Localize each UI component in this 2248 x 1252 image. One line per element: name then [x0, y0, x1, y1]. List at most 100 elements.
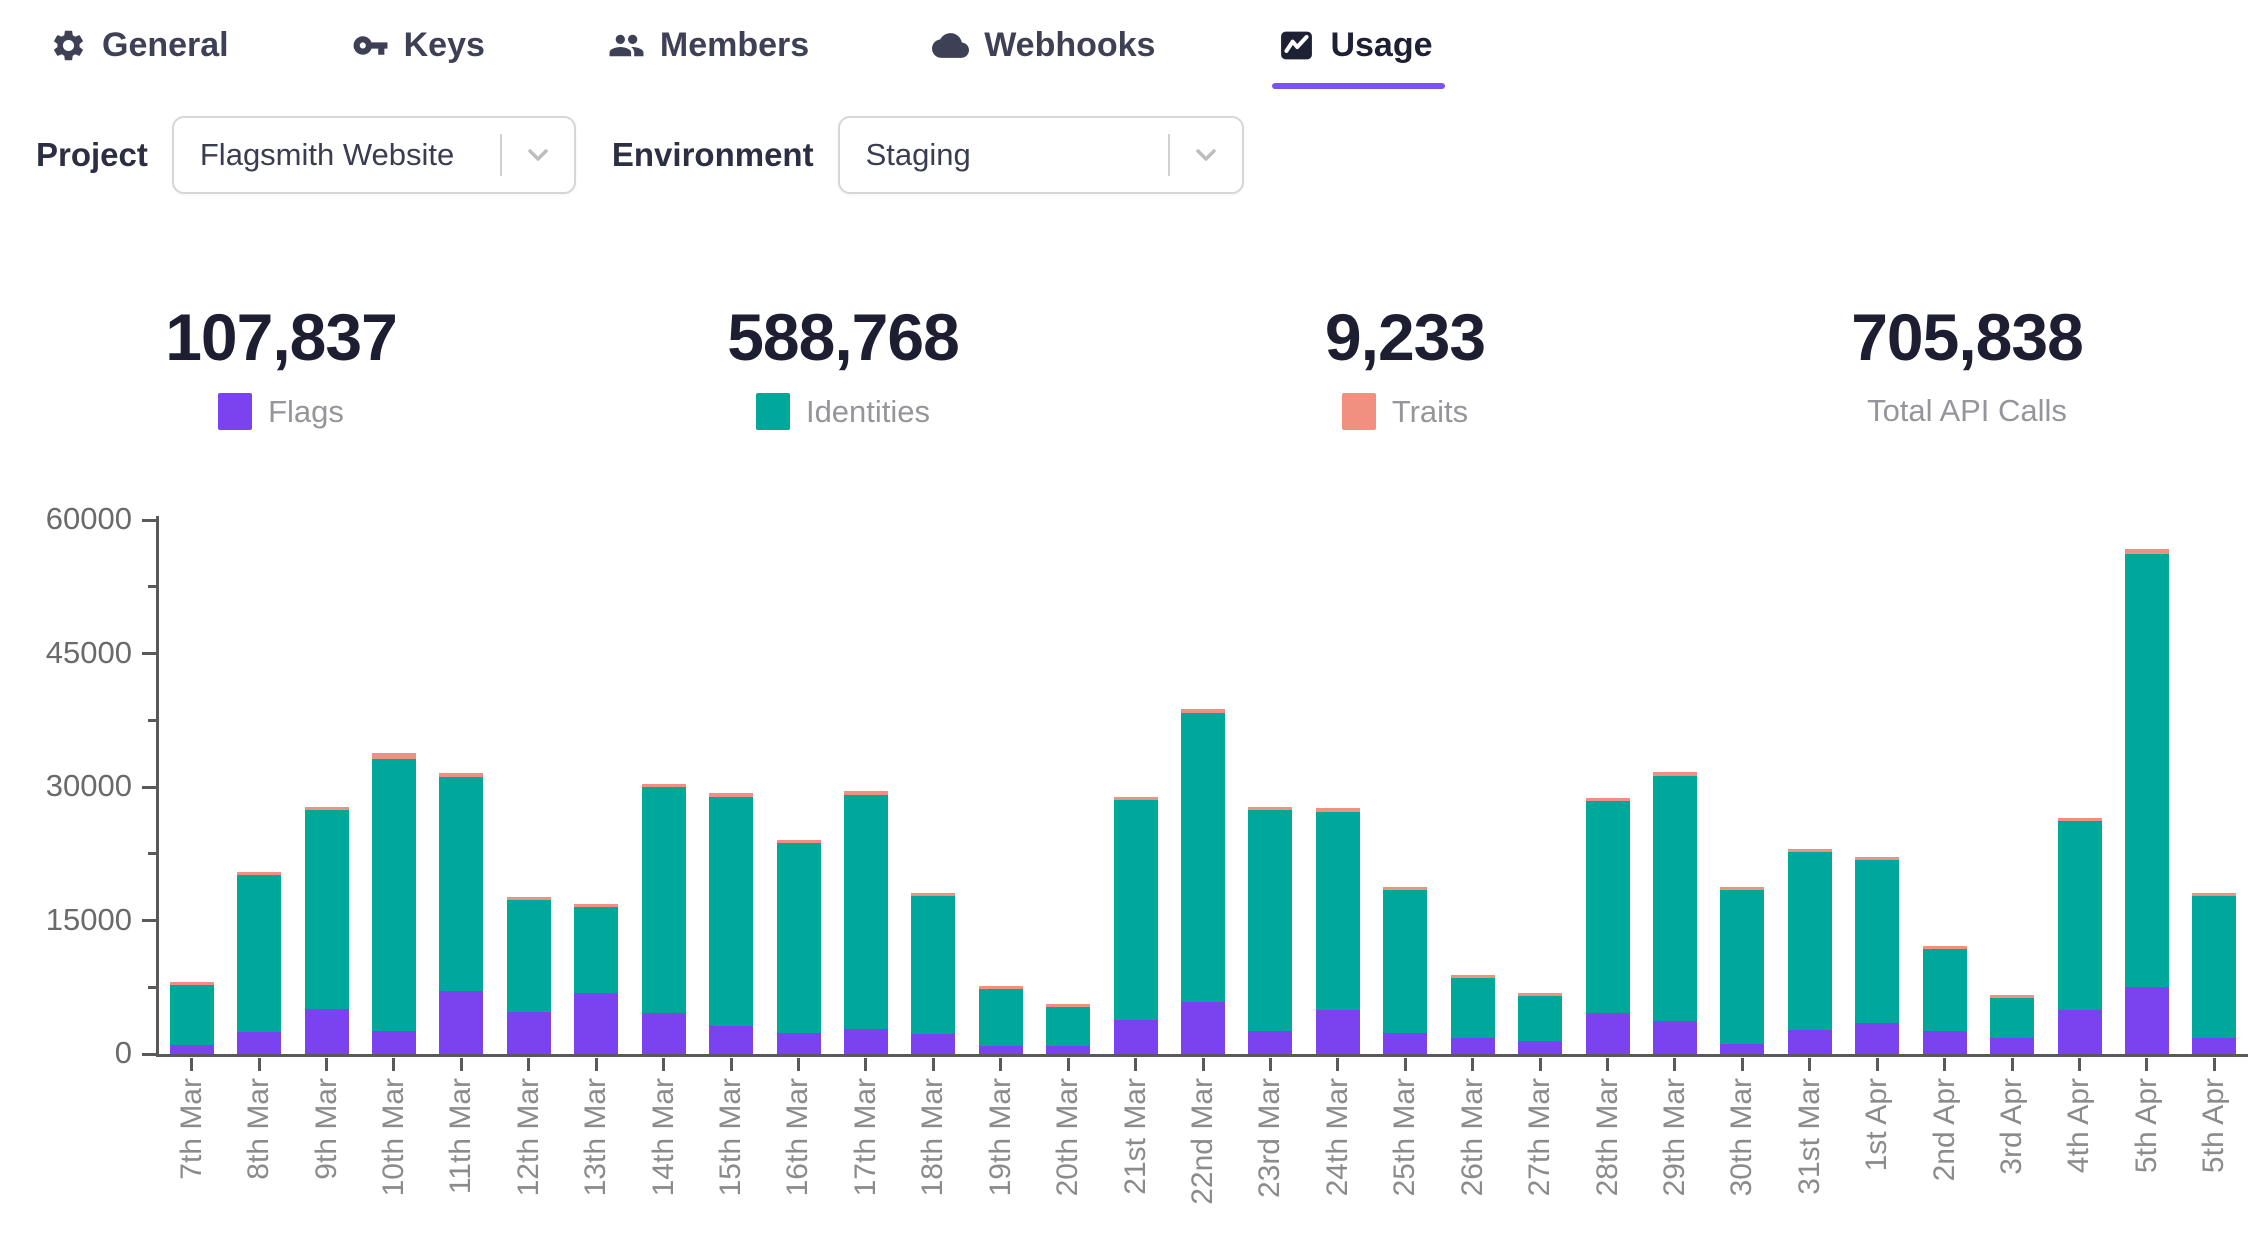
tab-general[interactable]: General	[46, 20, 233, 79]
stacked-bar-23rd-mar[interactable]	[1248, 807, 1292, 1054]
x-axis-tick	[2213, 1058, 2216, 1071]
x-axis-tick	[864, 1058, 867, 1071]
bar-slot	[225, 520, 292, 1054]
traits-segment	[2192, 893, 2236, 896]
stacked-bar-5th-apr[interactable]	[2125, 549, 2169, 1054]
x-axis-label: 18th Mar	[916, 1078, 950, 1248]
traits-segment	[1518, 993, 1562, 996]
identities-segment	[1046, 1007, 1090, 1046]
stacked-bar-21st-mar[interactable]	[1114, 797, 1158, 1054]
x-axis-label: 9th Mar	[310, 1078, 344, 1248]
tab-usage[interactable]: Usage	[1274, 20, 1436, 79]
stacked-bar-12th-mar[interactable]	[507, 897, 551, 1054]
identities-segment	[439, 777, 483, 991]
stacked-bar-16th-mar[interactable]	[777, 840, 821, 1054]
bar-slot	[563, 520, 630, 1054]
stacked-bar-1st-apr[interactable]	[1855, 857, 1899, 1054]
x-axis-tick	[190, 1058, 193, 1071]
stat-label: Total API Calls	[1867, 393, 2067, 429]
environment-select[interactable]: Staging	[838, 116, 1244, 194]
identities-segment	[1181, 713, 1225, 1001]
identities-segment	[372, 759, 416, 1031]
y-axis-tick	[142, 786, 156, 789]
stat-value: 107,837	[165, 288, 397, 387]
x-axis-label: 10th Mar	[377, 1078, 411, 1248]
x-axis-tick	[1673, 1058, 1676, 1071]
traits-segment	[1990, 995, 2034, 998]
traits-segment	[1316, 808, 1360, 812]
identities-segment	[709, 797, 753, 1026]
traits-segment	[844, 791, 888, 794]
stacked-bar-2nd-apr[interactable]	[1923, 946, 1967, 1054]
flags-segment	[1451, 1038, 1495, 1054]
stacked-bar-19th-mar[interactable]	[979, 986, 1023, 1054]
traits-segment	[979, 986, 1023, 989]
traits-segment	[1114, 797, 1158, 800]
bar-slot	[1237, 520, 1304, 1054]
stacked-bar-7th-mar[interactable]	[170, 982, 214, 1054]
identities-segment	[1451, 978, 1495, 1038]
stacked-bar-27th-mar[interactable]	[1518, 993, 1562, 1054]
identities-segment	[1518, 996, 1562, 1041]
stat-label: Flags	[268, 394, 344, 430]
x-axis-tick	[1067, 1058, 1070, 1071]
x-axis-label: 25th Mar	[1388, 1078, 1422, 1248]
project-select[interactable]: Flagsmith Website	[172, 116, 576, 194]
stat-value: 705,838	[1851, 288, 2083, 387]
stacked-bar-13th-mar[interactable]	[574, 904, 618, 1054]
tab-label: Webhooks	[984, 26, 1155, 65]
x-axis-label: 21st Mar	[1119, 1078, 1153, 1248]
x-axis-tick	[2078, 1058, 2081, 1071]
stacked-bar-25th-mar[interactable]	[1383, 887, 1427, 1054]
x-axis-label: 14th Mar	[647, 1078, 681, 1248]
stacked-bar-3rd-apr[interactable]	[1990, 995, 2034, 1055]
traits-segment	[305, 807, 349, 810]
stacked-bar-17th-mar[interactable]	[844, 791, 888, 1054]
stacked-bar-20th-mar[interactable]	[1046, 1004, 1090, 1054]
x-axis-label: 28th Mar	[1591, 1078, 1625, 1248]
stacked-bar-14th-mar[interactable]	[642, 784, 686, 1054]
traits-segment	[777, 840, 821, 843]
flags-segment	[1383, 1033, 1427, 1054]
bar-slot	[2181, 520, 2248, 1054]
traits-segment	[372, 753, 416, 759]
x-axis-tick	[730, 1058, 733, 1071]
flags-segment	[642, 1013, 686, 1054]
stacked-bar-5th-apr[interactable]	[2192, 893, 2236, 1054]
y-axis-minor-tick	[148, 852, 156, 855]
stacked-bar-26th-mar[interactable]	[1451, 975, 1495, 1054]
bar-slot	[1844, 520, 1911, 1054]
x-axis-tick	[1202, 1058, 1205, 1071]
stacked-bar-22nd-mar[interactable]	[1181, 709, 1225, 1054]
stacked-bar-24th-mar[interactable]	[1316, 808, 1360, 1054]
stacked-bar-30th-mar[interactable]	[1720, 887, 1764, 1054]
environment-label: Environment	[612, 136, 814, 174]
flags-segment	[507, 1012, 551, 1054]
tab-label: Keys	[404, 26, 485, 65]
flags-segment	[372, 1031, 416, 1054]
x-axis-tick	[258, 1058, 261, 1071]
identities-segment	[574, 907, 618, 992]
tab-members[interactable]: Members	[604, 20, 813, 79]
x-axis-tick	[460, 1058, 463, 1071]
identities-segment	[237, 875, 281, 1033]
stacked-bar-9th-mar[interactable]	[305, 807, 349, 1054]
stacked-bar-8th-mar[interactable]	[237, 872, 281, 1054]
flags-segment	[1586, 1013, 1630, 1054]
stacked-bar-29th-mar[interactable]	[1653, 772, 1697, 1054]
stacked-bar-28th-mar[interactable]	[1586, 798, 1630, 1054]
x-axis-tick	[1134, 1058, 1137, 1071]
identities-segment	[1990, 998, 2034, 1038]
stacked-bar-10th-mar[interactable]	[372, 753, 416, 1054]
x-axis-tick	[932, 1058, 935, 1071]
stacked-bar-15th-mar[interactable]	[709, 793, 753, 1054]
tab-keys[interactable]: Keys	[348, 20, 489, 79]
stacked-bar-4th-apr[interactable]	[2058, 818, 2102, 1054]
flags-segment	[170, 1045, 214, 1054]
bar-slot	[900, 520, 967, 1054]
stacked-bar-31st-mar[interactable]	[1788, 849, 1832, 1054]
stacked-bar-18th-mar[interactable]	[911, 893, 955, 1054]
stacked-bar-11th-mar[interactable]	[439, 773, 483, 1054]
y-axis-line	[156, 516, 159, 1057]
tab-webhooks[interactable]: Webhooks	[928, 20, 1159, 79]
